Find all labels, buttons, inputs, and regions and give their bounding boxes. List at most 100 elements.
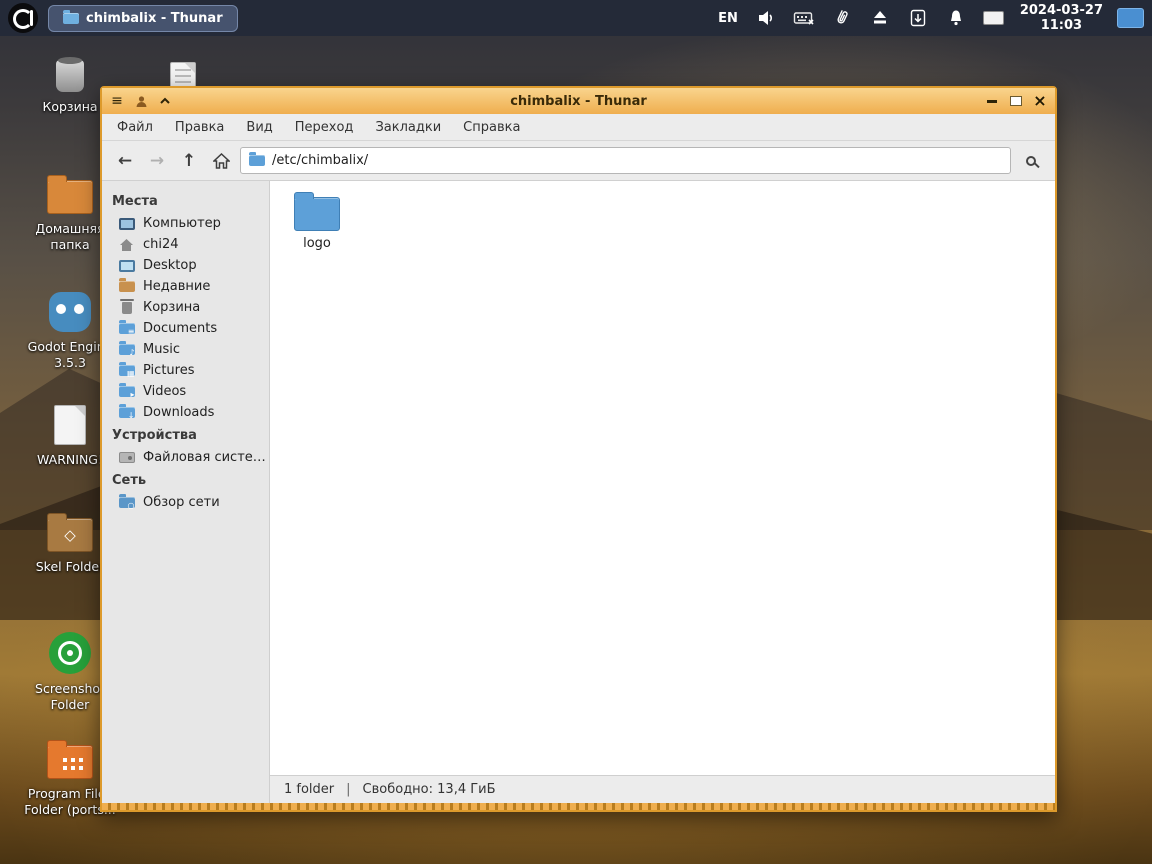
sidebar-item-label: Компьютер xyxy=(143,216,221,231)
trash-cup-icon xyxy=(56,57,84,92)
sidebar-header-network: Сеть xyxy=(112,473,147,488)
sidebar-item-recent[interactable]: Недавние xyxy=(102,276,269,297)
sidebar-item-label: Music xyxy=(143,342,180,357)
clipboard-download-icon[interactable] xyxy=(906,6,930,30)
sidebar-item-label: Documents xyxy=(143,321,218,336)
forward-button[interactable]: → xyxy=(144,148,170,174)
window-resize-grip[interactable] xyxy=(102,803,1055,810)
folder-icon xyxy=(294,192,340,231)
videos-folder-icon: ▸ xyxy=(118,383,135,399)
window-sticky-button[interactable] xyxy=(132,92,150,110)
sidebar-item-label: Файловая систе… xyxy=(143,450,266,465)
home-button[interactable] xyxy=(208,148,234,174)
window-title: chimbalix - Thunar xyxy=(510,93,647,109)
status-folder-count: 1 folder xyxy=(284,782,335,797)
document-icon xyxy=(54,405,86,445)
menu-edit[interactable]: Правка xyxy=(164,114,235,140)
sidebar-item-documents[interactable]: ≡ Documents xyxy=(102,318,269,339)
menu-view[interactable]: Вид xyxy=(235,114,283,140)
window-shade-button[interactable] xyxy=(156,92,174,110)
window-body: Места Компьютер chi24 Desktop Недавние К… xyxy=(102,181,1055,803)
volume-icon[interactable] xyxy=(754,6,778,30)
desktop-icon-label: Корзина xyxy=(42,99,98,114)
search-button[interactable] xyxy=(1017,148,1045,174)
back-button[interactable]: ← xyxy=(112,148,138,174)
minimize-button[interactable] xyxy=(983,92,1001,110)
maximize-button[interactable] xyxy=(1007,92,1025,110)
taskbar-window-button[interactable]: chimbalix - Thunar xyxy=(48,4,238,32)
clock-date: 2024-03-27 xyxy=(1019,3,1103,18)
screenshot-aperture-icon xyxy=(49,632,91,674)
sidebar-item-label: chi24 xyxy=(143,237,179,252)
show-desktop-button[interactable] xyxy=(1117,8,1144,28)
sidebar-item-downloads[interactable]: ↓ Downloads xyxy=(102,402,269,423)
sidebar-item-computer[interactable]: Компьютер xyxy=(102,213,269,234)
menubar: Файл Правка Вид Переход Закладки Справка xyxy=(102,114,1055,141)
sidebar-header-places: Места xyxy=(112,194,158,209)
keyboard-icon[interactable] xyxy=(792,6,816,30)
sidebar-item-filesystem[interactable]: Файловая систе… xyxy=(102,447,269,468)
app-window-tray-icon[interactable] xyxy=(982,6,1006,30)
desktop-icon-label: WARNING! xyxy=(37,452,103,467)
up-button[interactable]: ↑ xyxy=(176,148,202,174)
sidebar-item-videos[interactable]: ▸ Videos xyxy=(102,381,269,402)
desktop-root: chimbalix - Thunar EN 2024-03-27 11:03 К… xyxy=(0,0,1152,864)
sidebar-item-home[interactable]: chi24 xyxy=(102,234,269,255)
filesystem-drive-icon xyxy=(118,450,135,465)
toolbar: ← → ↑ /etc/chimbalix/ xyxy=(102,141,1055,181)
sidebar-item-pictures[interactable]: ▦ Pictures xyxy=(102,360,269,381)
pictures-folder-icon: ▦ xyxy=(118,362,135,378)
recent-icon xyxy=(118,278,135,294)
clock[interactable]: 2024-03-27 11:03 xyxy=(1020,3,1103,33)
sidebar-header-devices: Устройства xyxy=(112,428,197,443)
path-text: /etc/chimbalix/ xyxy=(272,153,369,168)
skel-folder-icon: ◇ xyxy=(47,513,93,552)
folder-icon xyxy=(249,152,265,166)
eject-icon[interactable] xyxy=(868,6,892,30)
file-item-logo[interactable]: logo xyxy=(284,192,350,251)
menu-go[interactable]: Переход xyxy=(284,114,365,140)
app-grid-glyph xyxy=(63,758,67,762)
path-bar[interactable]: /etc/chimbalix/ xyxy=(240,147,1011,174)
home-icon xyxy=(118,237,135,252)
titlebar-left-buttons: ≡ xyxy=(108,92,174,110)
network-folder-icon: ○ xyxy=(118,494,135,510)
sidebar-item-label: Desktop xyxy=(143,258,197,273)
paperclip-icon[interactable] xyxy=(830,6,854,30)
sidebar-item-trash[interactable]: Корзина xyxy=(102,297,269,318)
sidebar-item-label: Downloads xyxy=(143,405,215,420)
system-tray: EN 2024-03-27 11:03 xyxy=(716,3,1144,33)
sidebar-item-network-browse[interactable]: ○ Обзор сети xyxy=(102,492,269,513)
close-button[interactable]: × xyxy=(1031,92,1049,110)
sidebar-item-label: Videos xyxy=(143,384,187,399)
music-folder-icon: ♪ xyxy=(118,341,135,357)
taskbar-window-label: chimbalix - Thunar xyxy=(86,10,223,26)
sidebar-item-label: Корзина xyxy=(143,300,201,315)
sidebar-item-label: Pictures xyxy=(143,363,195,378)
sidebar-item-label: Недавние xyxy=(143,279,211,294)
menu-file[interactable]: Файл xyxy=(106,114,164,140)
distro-logo-menu-button[interactable] xyxy=(8,3,38,33)
top-panel: chimbalix - Thunar EN 2024-03-27 11:03 xyxy=(0,0,1152,36)
right-pane: logo 1 folder | Свободно: 13,4 ГиБ xyxy=(270,181,1055,803)
file-name: logo xyxy=(303,236,331,251)
sidebar-item-desktop[interactable]: Desktop xyxy=(102,255,269,276)
clock-time: 11:03 xyxy=(1040,18,1083,33)
menu-bookmarks[interactable]: Закладки xyxy=(364,114,452,140)
godot-icon xyxy=(49,292,91,332)
titlebar-right-buttons: × xyxy=(983,92,1049,110)
status-free-space: Свободно: 13,4 ГиБ xyxy=(362,782,496,797)
sidebar-item-music[interactable]: ♪ Music xyxy=(102,339,269,360)
window-menu-button[interactable]: ≡ xyxy=(108,92,126,110)
trash-icon xyxy=(118,298,135,315)
notifications-bell-icon[interactable] xyxy=(944,6,968,30)
program-folder-icon xyxy=(47,740,93,779)
files-view[interactable]: logo xyxy=(270,181,1055,775)
desktop-icon xyxy=(118,258,135,273)
keyboard-layout-indicator[interactable]: EN xyxy=(716,11,740,26)
window-titlebar[interactable]: ≡ chimbalix - Thunar × xyxy=(102,88,1055,114)
computer-icon xyxy=(118,216,135,231)
documents-folder-icon: ≡ xyxy=(118,320,135,336)
diamond-glyph: ◇ xyxy=(64,526,76,544)
menu-help[interactable]: Справка xyxy=(452,114,531,140)
